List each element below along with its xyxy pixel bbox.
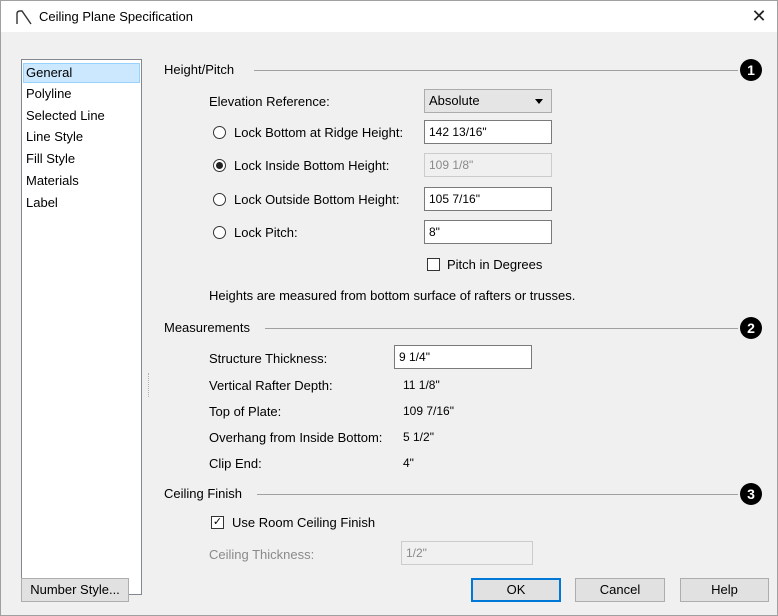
- title-bar: Ceiling Plane Specification ✕: [1, 1, 777, 32]
- ceiling-plane-icon: [16, 10, 32, 25]
- close-button[interactable]: ✕: [741, 1, 777, 32]
- ceiling-thickness-label: Ceiling Thickness:: [209, 547, 315, 562]
- lock-inside-bottom-input: 109 1/8": [424, 153, 552, 177]
- use-room-finish-label[interactable]: Use Room Ceiling Finish: [232, 515, 375, 530]
- panel-splitter[interactable]: [148, 373, 151, 397]
- structure-thickness-input[interactable]: 9 1/4": [394, 345, 532, 369]
- close-icon: ✕: [751, 6, 767, 26]
- elevation-reference-select[interactable]: Absolute: [424, 89, 552, 113]
- section-divider: [257, 494, 738, 495]
- cancel-button[interactable]: Cancel: [575, 578, 665, 602]
- number-style-button[interactable]: Number Style...: [21, 578, 129, 602]
- overhang-label: Overhang from Inside Bottom:: [209, 430, 383, 445]
- lock-bottom-ridge-label[interactable]: Lock Bottom at Ridge Height:: [234, 125, 403, 140]
- ceiling-finish-section-title: Ceiling Finish: [164, 486, 243, 501]
- lock-outside-bottom-radio[interactable]: [213, 193, 226, 206]
- clip-end-label: Clip End:: [209, 456, 262, 471]
- callout-1: 1: [740, 59, 762, 81]
- elevation-reference-value: Absolute: [429, 93, 480, 108]
- ceiling-thickness-input: 1/2": [401, 541, 533, 565]
- height-pitch-section-title: Height/Pitch: [164, 62, 235, 77]
- ok-button[interactable]: OK: [471, 578, 561, 602]
- chevron-down-icon: [535, 99, 543, 104]
- use-room-finish-checkbox[interactable]: ✓: [211, 516, 224, 529]
- lock-bottom-ridge-radio[interactable]: [213, 126, 226, 139]
- sidebar-item-line-style[interactable]: Line Style: [23, 127, 140, 147]
- callout-3: 3: [740, 483, 762, 505]
- lock-outside-bottom-input[interactable]: 105 7/16": [424, 187, 552, 211]
- top-of-plate-label: Top of Plate:: [209, 404, 282, 419]
- vertical-rafter-depth-value: 11 1/8": [403, 378, 440, 392]
- category-list[interactable]: General Polyline Selected Line Line Styl…: [21, 59, 142, 595]
- ceiling-plane-dialog: Ceiling Plane Specification ✕ General Po…: [0, 0, 778, 616]
- pitch-in-degrees-checkbox[interactable]: [427, 258, 440, 271]
- top-of-plate-value: 109 7/16": [403, 404, 454, 418]
- sidebar-item-label[interactable]: Label: [23, 193, 140, 213]
- pitch-in-degrees-label[interactable]: Pitch in Degrees: [447, 257, 542, 272]
- sidebar-item-materials[interactable]: Materials: [23, 171, 140, 191]
- heights-note: Heights are measured from bottom surface…: [209, 288, 576, 303]
- checkmark-icon: ✓: [212, 516, 223, 528]
- help-button[interactable]: Help: [680, 578, 769, 602]
- structure-thickness-label: Structure Thickness:: [209, 351, 328, 366]
- sidebar-item-polyline[interactable]: Polyline: [23, 84, 140, 104]
- overhang-value: 5 1/2": [403, 430, 434, 444]
- clip-end-value: 4": [403, 456, 414, 470]
- sidebar-item-fill-style[interactable]: Fill Style: [23, 149, 140, 169]
- measurements-section-title: Measurements: [164, 320, 250, 335]
- window-title: Ceiling Plane Specification: [39, 9, 193, 24]
- lock-pitch-radio[interactable]: [213, 226, 226, 239]
- elevation-reference-label: Elevation Reference:: [209, 94, 330, 109]
- sidebar-item-selected-line[interactable]: Selected Line: [23, 106, 140, 126]
- vertical-rafter-depth-label: Vertical Rafter Depth:: [209, 378, 333, 393]
- callout-2: 2: [740, 317, 762, 339]
- lock-inside-bottom-label[interactable]: Lock Inside Bottom Height:: [234, 158, 389, 173]
- section-divider: [254, 70, 738, 71]
- lock-bottom-ridge-input[interactable]: 142 13/16": [424, 120, 552, 144]
- lock-outside-bottom-label[interactable]: Lock Outside Bottom Height:: [234, 192, 399, 207]
- section-divider: [265, 328, 738, 329]
- lock-pitch-input[interactable]: 8": [424, 220, 552, 244]
- lock-pitch-label[interactable]: Lock Pitch:: [234, 225, 298, 240]
- lock-inside-bottom-radio[interactable]: [213, 159, 226, 172]
- sidebar-item-general[interactable]: General: [23, 63, 140, 83]
